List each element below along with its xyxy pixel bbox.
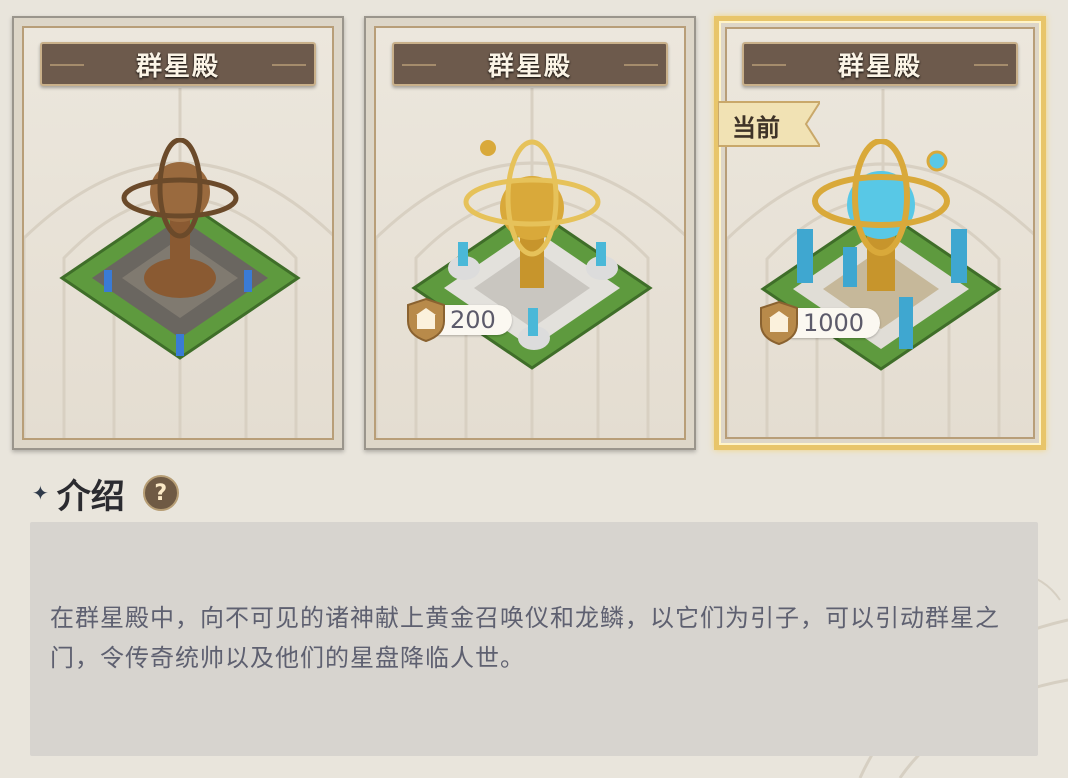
diamond-icon: ✦ bbox=[32, 481, 49, 505]
description-panel: 在群星殿中，向不可见的诸神献上黄金召唤仪和龙鳞，以它们为引子，可以引动群星之门，… bbox=[30, 522, 1038, 756]
help-button-label: ? bbox=[154, 480, 168, 506]
building-card-level-1[interactable]: 群星殿 bbox=[12, 16, 344, 450]
cost-value: 200 bbox=[450, 306, 496, 334]
observatory-gold-icon bbox=[411, 139, 653, 370]
card-title-banner: 群星殿 bbox=[40, 42, 316, 86]
card-title: 群星殿 bbox=[487, 51, 572, 82]
intro-section-header: ✦ 介绍 ? bbox=[32, 470, 179, 517]
current-tag-label: 当前 bbox=[732, 114, 780, 142]
building-card-level-3[interactable]: 群星殿 1000 bbox=[714, 16, 1046, 450]
building-shield-icon bbox=[407, 297, 445, 343]
upgrade-cost: 1000 bbox=[759, 300, 881, 346]
description-text: 在群星殿中，向不可见的诸神献上黄金召唤仪和龙鳞，以它们为引子，可以引动群星之门，… bbox=[50, 604, 1000, 672]
observatory-bronze-icon bbox=[59, 138, 301, 360]
question-icon[interactable]: ? bbox=[142, 475, 179, 511]
current-level-tag: 当前 bbox=[717, 100, 822, 148]
card-title-banner: 群星殿 bbox=[392, 42, 668, 86]
upgrade-cost: 200 bbox=[406, 297, 512, 343]
card-title: 群星殿 bbox=[837, 51, 922, 82]
section-title: 介绍 bbox=[56, 476, 125, 517]
building-card-level-2[interactable]: 群星殿 200 bbox=[364, 16, 696, 450]
cost-value: 1000 bbox=[803, 309, 865, 337]
card-title: 群星殿 bbox=[135, 51, 220, 82]
building-shield-icon bbox=[760, 300, 798, 346]
card-title-banner: 群星殿 bbox=[742, 42, 1018, 86]
